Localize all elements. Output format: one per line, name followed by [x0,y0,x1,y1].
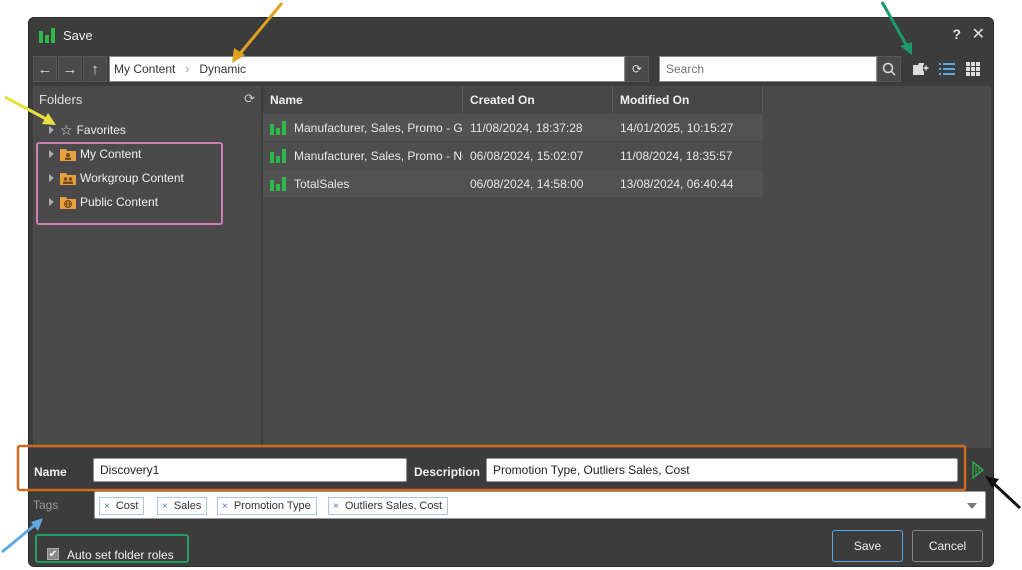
tree-item-my-content[interactable]: My Content [49,144,141,164]
expand-triangle-icon[interactable] [49,126,54,134]
name-label: Name [34,465,67,479]
up-button[interactable]: ↑ [83,56,107,82]
title-bar: Save ? ✕ [29,18,993,52]
column-header-name[interactable]: Name [263,86,463,113]
remove-tag-icon[interactable]: × [333,501,339,512]
folders-panel: Folders ⟳ ☆ Favorites My Content Workgro… [33,86,261,448]
tree-item-label: Favorites [76,123,126,137]
search-icon [882,62,896,76]
star-icon: ☆ [60,121,73,138]
created-on-cell: 11/08/2024, 18:37:28 [470,120,583,135]
forward-button[interactable]: → [58,56,82,82]
check-icon: ✔ [48,548,58,560]
arrow-right-icon: → [62,60,78,78]
grid-view-icon [966,62,980,76]
folders-refresh-icon[interactable]: ⟳ [244,91,255,107]
remove-tag-icon[interactable]: × [104,501,110,512]
tag-chip: × Sales [157,497,208,515]
tree-item-public-content[interactable]: Public Content [49,192,158,212]
save-button[interactable]: Save [832,530,903,562]
expand-triangle-icon[interactable] [49,174,54,182]
tag-chip: × Cost [99,497,145,515]
description-field[interactable] [486,458,958,482]
description-label: Description [414,465,481,479]
created-on-cell: 06/08/2024, 14:58:00 [470,176,584,191]
dialog-title: Save [63,28,93,43]
arrow-left-icon: ← [37,60,53,78]
created-on-cell: 06/08/2024, 15:02:07 [470,148,584,163]
tree-item-label: My Content [80,147,142,161]
expand-triangle-icon[interactable] [49,150,54,158]
user-folder-icon [60,148,76,161]
app-logo-icon [39,28,55,43]
tags-input[interactable]: × Cost × Sales × Promotion Type × Outliers S… [94,491,986,519]
refresh-path-button[interactable]: ⟳ [625,56,649,82]
modified-on-cell: 13/08/2024, 06:40:44 [620,176,734,191]
cancel-button[interactable]: Cancel [912,530,983,562]
discovery-file-icon [270,120,286,135]
new-folder-icon [913,63,929,75]
annotation-arrow [990,480,1022,510]
tree-item-workgroup-content[interactable]: Workgroup Content [49,168,184,188]
globe-folder-icon [60,196,76,209]
grid-view-button[interactable] [963,59,983,79]
expand-panel-icon[interactable] [969,460,985,480]
group-folder-icon [60,172,76,185]
file-list: Name Created On Modified On Manufacturer… [263,86,991,448]
column-header-modified-on[interactable]: Modified On [613,86,763,113]
modified-on-cell: 14/01/2025, 10:15:27 [620,120,734,135]
column-header-created-on[interactable]: Created On [463,86,613,113]
auto-set-folder-roles-label[interactable]: Auto set folder roles [67,548,174,562]
discovery-file-icon [270,176,286,191]
file-name: TotalSales [294,176,350,191]
auto-set-folder-roles-checkbox[interactable]: ✔ [47,548,59,560]
tree-item-label: Workgroup Content [80,171,184,185]
breadcrumb-item-my-content[interactable]: My Content [114,62,175,76]
table-row[interactable]: Manufacturer, Sales, Promo - No 06/08/20… [263,142,763,169]
table-row[interactable]: TotalSales 06/08/2024, 14:58:00 13/08/20… [263,170,763,197]
tags-dropdown-icon[interactable] [967,503,977,509]
remove-tag-icon[interactable]: × [222,501,228,512]
tree-item-label: Public Content [80,195,159,209]
back-button[interactable]: ← [33,56,57,82]
remove-tag-icon[interactable]: × [162,501,168,512]
file-name: Manufacturer, Sales, Promo - Gr [294,120,463,135]
chevron-right-icon: › [185,62,190,76]
search-input[interactable] [659,56,877,82]
tags-label: Tags [33,498,59,512]
discovery-file-icon [270,148,286,163]
tag-chip: × Outliers Sales, Cost [328,497,449,515]
refresh-icon: ⟳ [631,62,643,76]
tree-item-favorites[interactable]: ☆ Favorites [49,120,126,140]
list-view-button[interactable] [937,59,957,79]
breadcrumb[interactable]: My Content › Dynamic [109,56,625,82]
help-button[interactable]: ? [952,26,961,42]
close-button[interactable]: ✕ [972,24,985,44]
navigation-bar: ← → ↑ My Content › Dynamic ⟳ [33,56,991,82]
modified-on-cell: 11/08/2024, 18:35:57 [620,148,733,163]
table-row[interactable]: Manufacturer, Sales, Promo - Gr 11/08/20… [263,114,763,141]
name-field[interactable] [93,458,407,482]
file-name: Manufacturer, Sales, Promo - No [294,148,463,163]
search-button[interactable] [877,56,901,82]
arrow-up-icon: ↑ [91,60,99,78]
breadcrumb-item-dynamic[interactable]: Dynamic [199,62,246,76]
save-dialog: Save ? ✕ ← → ↑ My Content › Dynamic ⟳ Se… [28,17,994,567]
list-view-icon [939,63,955,75]
save-form: Name Description Tags ×Cost ×Sales ×Prom… [29,450,993,566]
tag-chip: × Promotion Type [217,497,317,515]
new-folder-button[interactable] [911,59,931,79]
folders-header: Folders [39,92,83,107]
expand-triangle-icon[interactable] [49,198,54,206]
